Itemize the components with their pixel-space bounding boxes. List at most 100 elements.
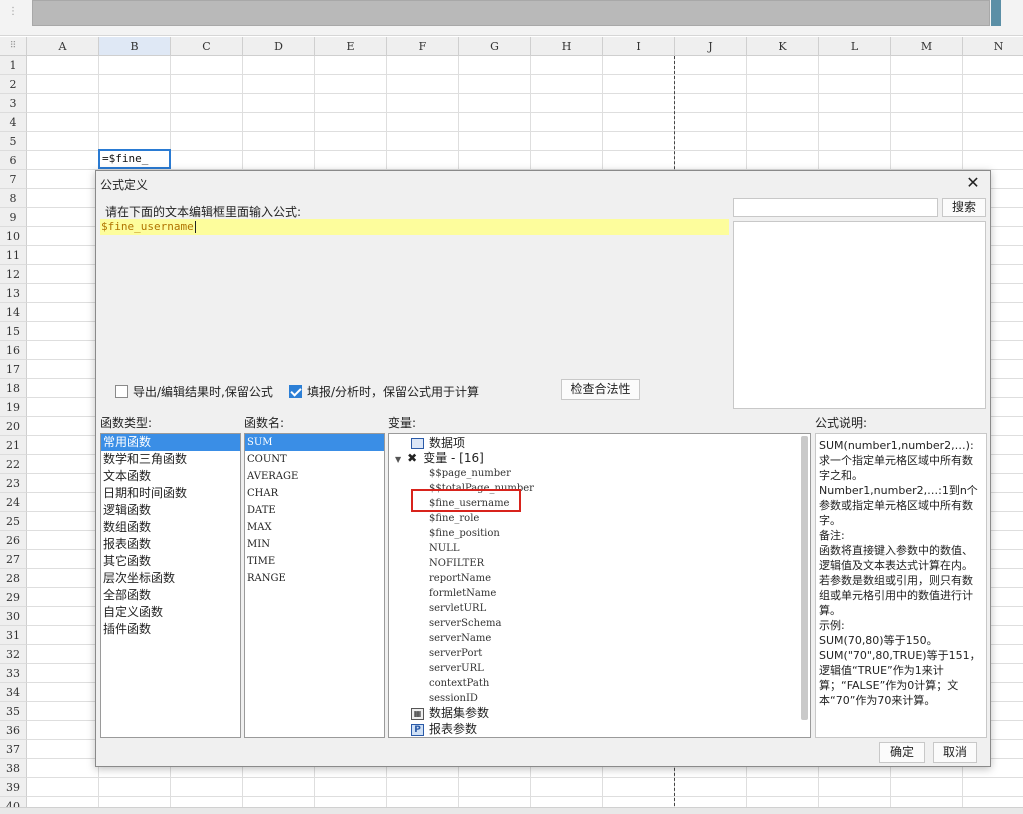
row-header-24[interactable]: 24 — [0, 493, 27, 512]
row-header-39[interactable]: 39 — [0, 778, 27, 797]
function-name-item[interactable]: TIME — [245, 553, 384, 570]
fill-keep-formula-option[interactable]: 填报/分析时，保留公式用于计算 — [289, 383, 479, 400]
row-header-17[interactable]: 17 — [0, 360, 27, 379]
fill-keep-formula-checkbox[interactable] — [289, 385, 302, 398]
function-name-item[interactable]: RANGE — [245, 570, 384, 587]
function-type-item[interactable]: 逻辑函数 — [101, 502, 240, 519]
row-header-37[interactable]: 37 — [0, 740, 27, 759]
column-header-E[interactable]: E — [315, 37, 387, 56]
row-header-10[interactable]: 10 — [0, 227, 27, 246]
variable-tree-scrollbar[interactable] — [801, 436, 808, 720]
row-header-30[interactable]: 30 — [0, 607, 27, 626]
row-header-26[interactable]: 26 — [0, 531, 27, 550]
row-header-27[interactable]: 27 — [0, 550, 27, 569]
column-header-L[interactable]: L — [819, 37, 891, 56]
row-header-32[interactable]: 32 — [0, 645, 27, 664]
function-name-item[interactable]: DATE — [245, 502, 384, 519]
row-header-12[interactable]: 12 — [0, 265, 27, 284]
row-header-6[interactable]: 6 — [0, 151, 27, 170]
formula-line[interactable]: $fine_username — [100, 219, 729, 235]
function-type-item[interactable]: 全部函数 — [101, 587, 240, 604]
row-header-25[interactable]: 25 — [0, 512, 27, 531]
function-name-item[interactable]: SUM — [245, 434, 384, 451]
toolbar-scroll-thumb[interactable] — [991, 0, 1001, 26]
column-header-K[interactable]: K — [747, 37, 819, 56]
variable-item[interactable]: $$page_number — [429, 466, 511, 481]
select-all-corner[interactable]: ⠿ — [0, 37, 27, 56]
export-keep-formula-option[interactable]: 导出/编辑结果时,保留公式 — [115, 383, 273, 400]
variable-tree[interactable]: 数据项 ▼ ✖ 变量 - [16] $$page_number $$totalPage… — [388, 433, 811, 738]
row-header-38[interactable]: 38 — [0, 759, 27, 778]
function-type-list[interactable]: 常用函数 数学和三角函数 文本函数 日期和时间函数 逻辑函数 数组函数 报表函数 其它函数 层次… — [100, 433, 241, 738]
function-name-item[interactable]: MAX — [245, 519, 384, 536]
function-name-item[interactable]: MIN — [245, 536, 384, 553]
export-keep-formula-checkbox[interactable] — [115, 385, 128, 398]
function-name-list[interactable]: SUM COUNT AVERAGE CHAR DATE MAX MIN TIME RANGE — [244, 433, 385, 738]
function-type-item[interactable]: 文本函数 — [101, 468, 240, 485]
row-header-1[interactable]: 1 — [0, 56, 27, 75]
row-header-9[interactable]: 9 — [0, 208, 27, 227]
variable-item[interactable]: NOFILTER — [429, 556, 484, 571]
column-header-D[interactable]: D — [243, 37, 315, 56]
chevron-down-icon[interactable]: ▼ — [395, 455, 401, 464]
row-header-15[interactable]: 15 — [0, 322, 27, 341]
column-header-C[interactable]: C — [171, 37, 243, 56]
active-cell-B6[interactable]: =$fine_ — [98, 149, 171, 169]
row-header-14[interactable]: 14 — [0, 303, 27, 322]
row-header-5[interactable]: 5 — [0, 132, 27, 151]
function-type-item[interactable]: 层次坐标函数 — [101, 570, 240, 587]
search-button[interactable]: 搜索 — [942, 198, 986, 217]
row-header-3[interactable]: 3 — [0, 94, 27, 113]
column-header-M[interactable]: M — [891, 37, 963, 56]
row-header-4[interactable]: 4 — [0, 113, 27, 132]
column-header-F[interactable]: F — [387, 37, 459, 56]
column-header-J[interactable]: J — [675, 37, 747, 56]
tree-node-variables[interactable]: ▼ ✖ 变量 - [16] — [395, 451, 484, 466]
function-type-item[interactable]: 报表函数 — [101, 536, 240, 553]
column-header-A[interactable]: A — [27, 37, 99, 56]
variable-item[interactable]: $fine_position — [429, 526, 500, 541]
row-header-19[interactable]: 19 — [0, 398, 27, 417]
row-header-2[interactable]: 2 — [0, 75, 27, 94]
row-header-8[interactable]: 8 — [0, 189, 27, 208]
row-header-31[interactable]: 31 — [0, 626, 27, 645]
function-type-item[interactable]: 数组函数 — [101, 519, 240, 536]
cancel-button[interactable]: 取消 — [933, 742, 977, 763]
function-name-item[interactable]: COUNT — [245, 451, 384, 468]
row-header-7[interactable]: 7 — [0, 170, 27, 189]
row-header-40[interactable]: 40 — [0, 797, 27, 807]
column-header-H[interactable]: H — [531, 37, 603, 56]
row-header-34[interactable]: 34 — [0, 683, 27, 702]
row-header-28[interactable]: 28 — [0, 569, 27, 588]
row-header-33[interactable]: 33 — [0, 664, 27, 683]
function-type-item[interactable]: 自定义函数 — [101, 604, 240, 621]
variable-item[interactable]: contextPath — [429, 676, 489, 691]
tree-node-data-items[interactable]: 数据项 — [411, 436, 465, 451]
column-header-G[interactable]: G — [459, 37, 531, 56]
function-name-item[interactable]: AVERAGE — [245, 468, 384, 485]
row-header-13[interactable]: 13 — [0, 284, 27, 303]
variable-item[interactable]: serverName — [429, 631, 491, 646]
function-type-item[interactable]: 插件函数 — [101, 621, 240, 638]
variable-item[interactable]: servletURL — [429, 601, 486, 616]
row-header-36[interactable]: 36 — [0, 721, 27, 740]
row-header-21[interactable]: 21 — [0, 436, 27, 455]
column-header-B[interactable]: B — [99, 37, 171, 56]
horizontal-scrollbar[interactable] — [0, 807, 1023, 814]
check-validity-button[interactable]: 检查合法性 — [561, 379, 640, 400]
function-type-item[interactable]: 其它函数 — [101, 553, 240, 570]
search-input[interactable] — [733, 198, 938, 217]
column-header-N[interactable]: N — [963, 37, 1023, 56]
column-header-I[interactable]: I — [603, 37, 675, 56]
function-name-item[interactable]: CHAR — [245, 485, 384, 502]
row-header-23[interactable]: 23 — [0, 474, 27, 493]
variable-item[interactable]: serverPort — [429, 646, 482, 661]
variable-item[interactable]: NULL — [429, 541, 459, 556]
variable-item[interactable]: $fine_role — [429, 511, 479, 526]
row-header-35[interactable]: 35 — [0, 702, 27, 721]
variable-item[interactable]: serverURL — [429, 661, 484, 676]
variable-item[interactable]: reportName — [429, 571, 491, 586]
variable-item[interactable]: sessionID — [429, 691, 478, 706]
formula-editor[interactable]: $fine_username — [100, 219, 729, 369]
ok-button[interactable]: 确定 — [879, 742, 925, 763]
